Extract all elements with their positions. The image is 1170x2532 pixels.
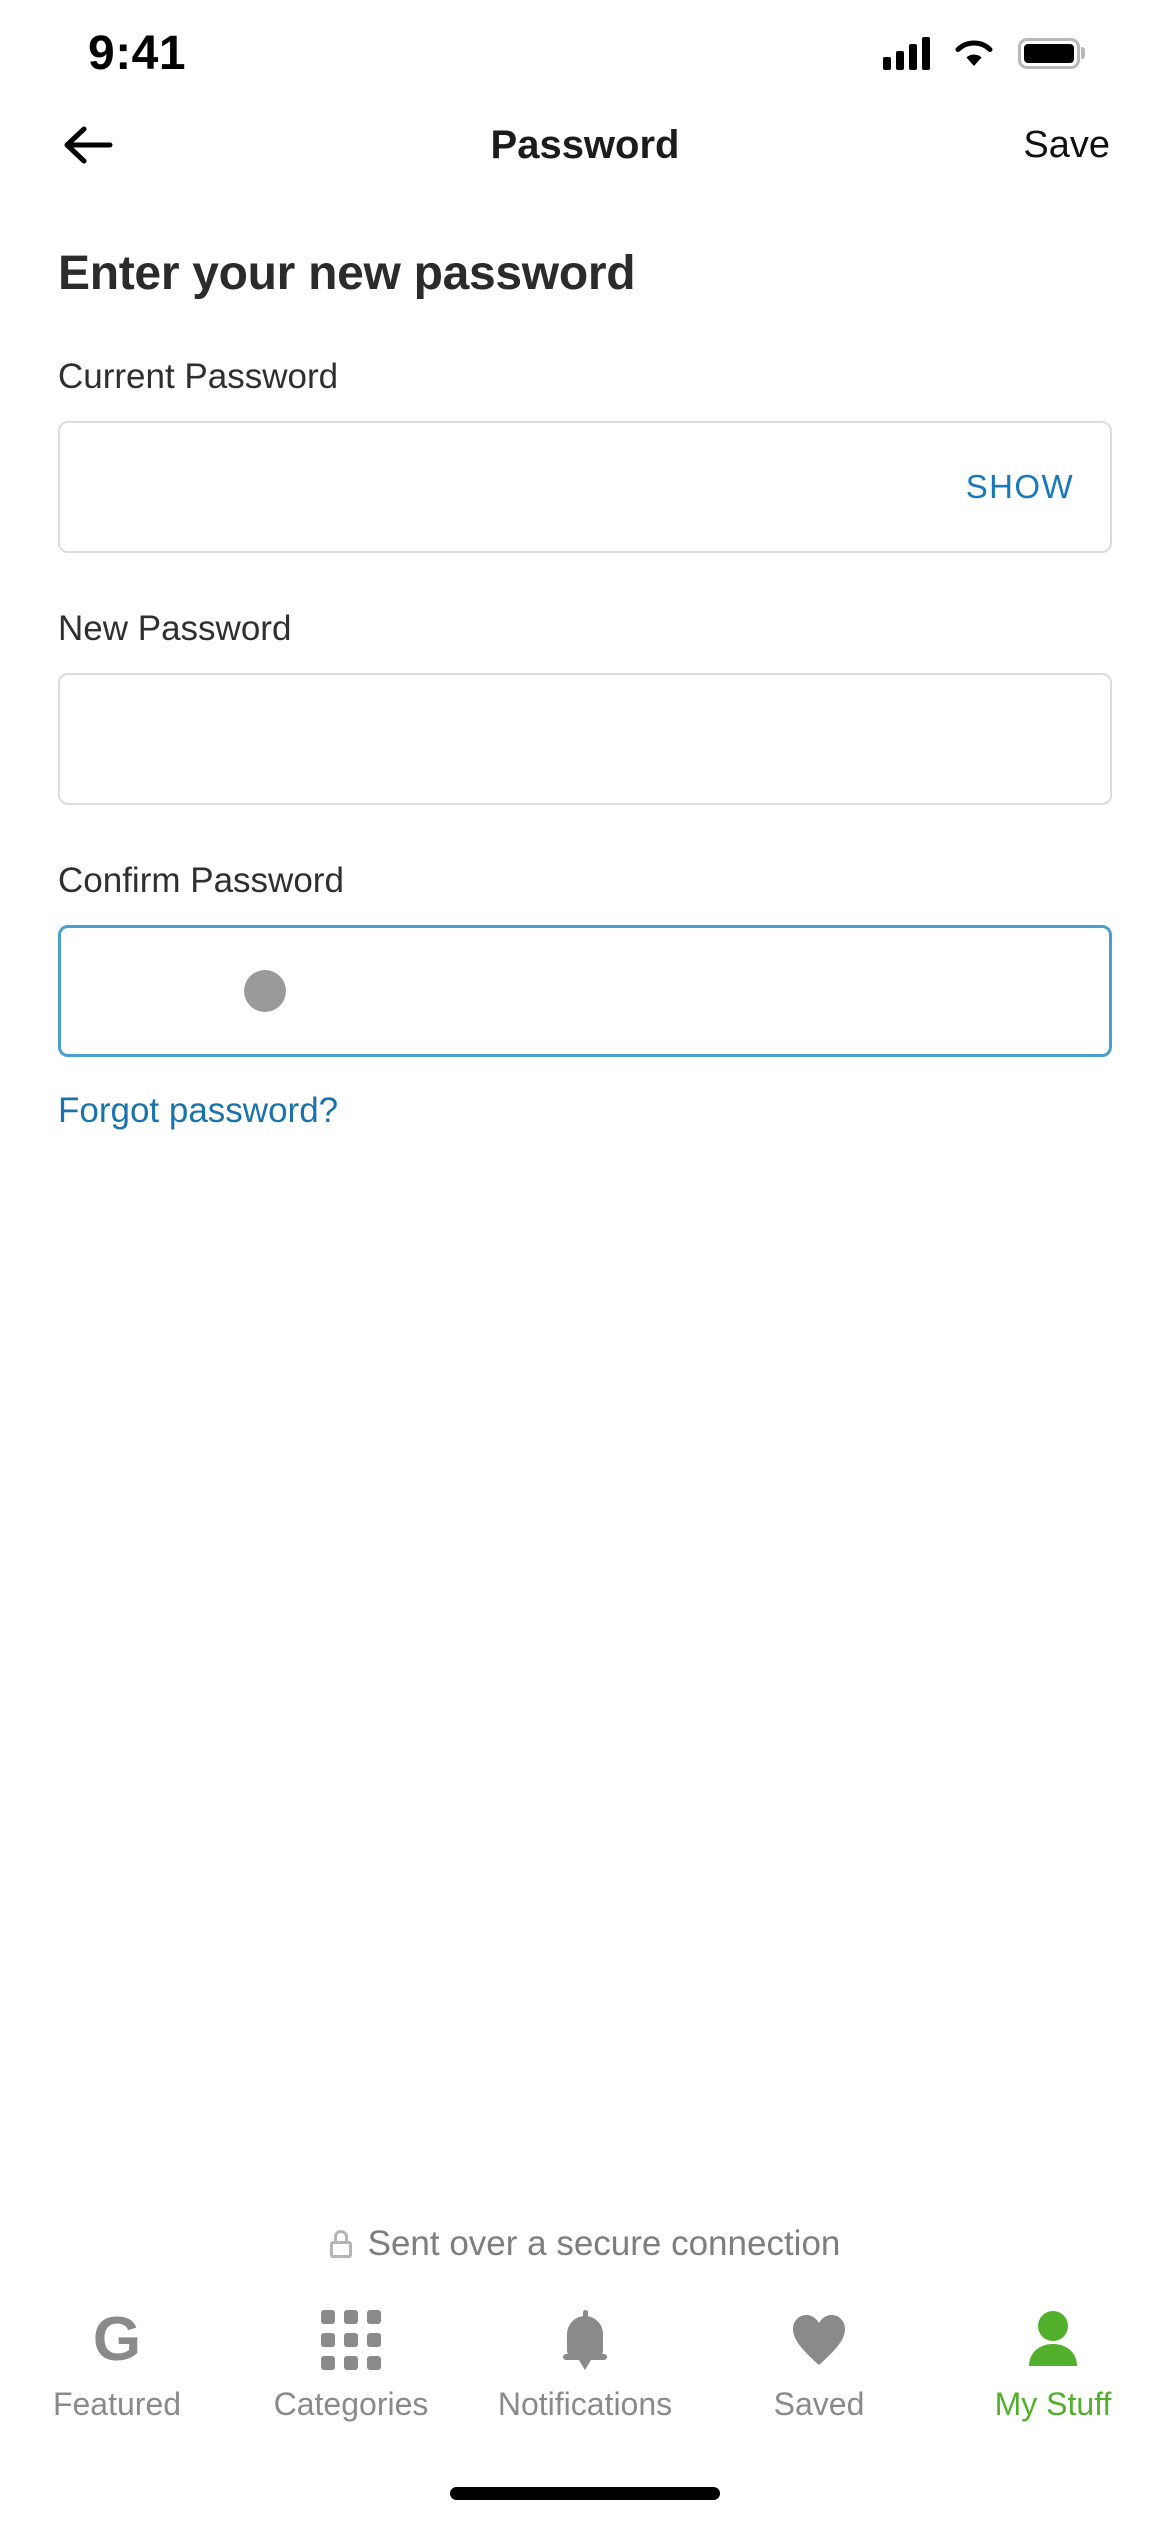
home-indicator (450, 2487, 720, 2500)
tab-label-categories: Categories (273, 2386, 429, 2422)
secure-connection-note: Sent over a secure connection (0, 2224, 1170, 2264)
main-content: Enter your new password Current Password… (0, 190, 1170, 1131)
tab-label-my-stuff: My Stuff (994, 2386, 1112, 2422)
tab-label-saved: Saved (773, 2386, 865, 2422)
phone-screen: 9:41 Password Save Enter your new passwo… (0, 0, 1170, 2532)
secure-connection-text: Sent over a secure connection (367, 2224, 841, 2263)
new-password-input[interactable] (58, 673, 1112, 805)
status-bar-time: 9:41 (88, 26, 187, 80)
current-password-input[interactable]: SHOW (58, 421, 1112, 553)
status-bar: 9:41 (0, 0, 1170, 100)
field-label-current-password: Current Password (58, 357, 339, 396)
wifi-icon (955, 40, 993, 66)
page-title: Password (490, 122, 680, 167)
field-current-password: Current Password SHOW (58, 357, 1112, 553)
tab-label-notifications: Notifications (497, 2386, 673, 2422)
save-button[interactable]: Save (1023, 124, 1110, 167)
tab-categories[interactable]: Categories (234, 2308, 468, 2423)
tab-my-stuff[interactable]: My Stuff (936, 2308, 1170, 2423)
battery-full-icon (1018, 37, 1080, 69)
form-heading: Enter your new password (58, 247, 636, 300)
person-icon (1025, 2308, 1081, 2372)
tab-featured[interactable]: G Featured (0, 2308, 234, 2423)
field-confirm-password: Confirm Password Forgot password? (58, 861, 1112, 1131)
heart-icon (791, 2308, 847, 2372)
bottom-tab-bar: G Featured Categories Notifications Save… (0, 2300, 1170, 2450)
back-arrow-icon[interactable] (50, 107, 126, 183)
field-label-new-password: New Password (58, 609, 292, 648)
google-g-icon: G (92, 2305, 142, 2374)
lock-icon (329, 2230, 352, 2258)
navigation-bar: Password Save (0, 100, 1170, 190)
cellular-signal-icon (883, 36, 930, 70)
bell-icon (559, 2308, 611, 2372)
field-label-confirm-password: Confirm Password (58, 861, 344, 900)
status-bar-indicators (883, 36, 1080, 70)
touch-indicator-dot (244, 970, 286, 1012)
confirm-password-input[interactable] (58, 925, 1112, 1057)
show-password-button[interactable]: SHOW (942, 468, 1074, 506)
tab-label-featured: Featured (52, 2386, 182, 2422)
tab-notifications[interactable]: Notifications (468, 2308, 702, 2423)
field-new-password: New Password (58, 609, 1112, 805)
tab-saved[interactable]: Saved (702, 2308, 936, 2423)
grid-icon (321, 2308, 381, 2372)
forgot-password-link[interactable]: Forgot password? (58, 1091, 338, 1131)
